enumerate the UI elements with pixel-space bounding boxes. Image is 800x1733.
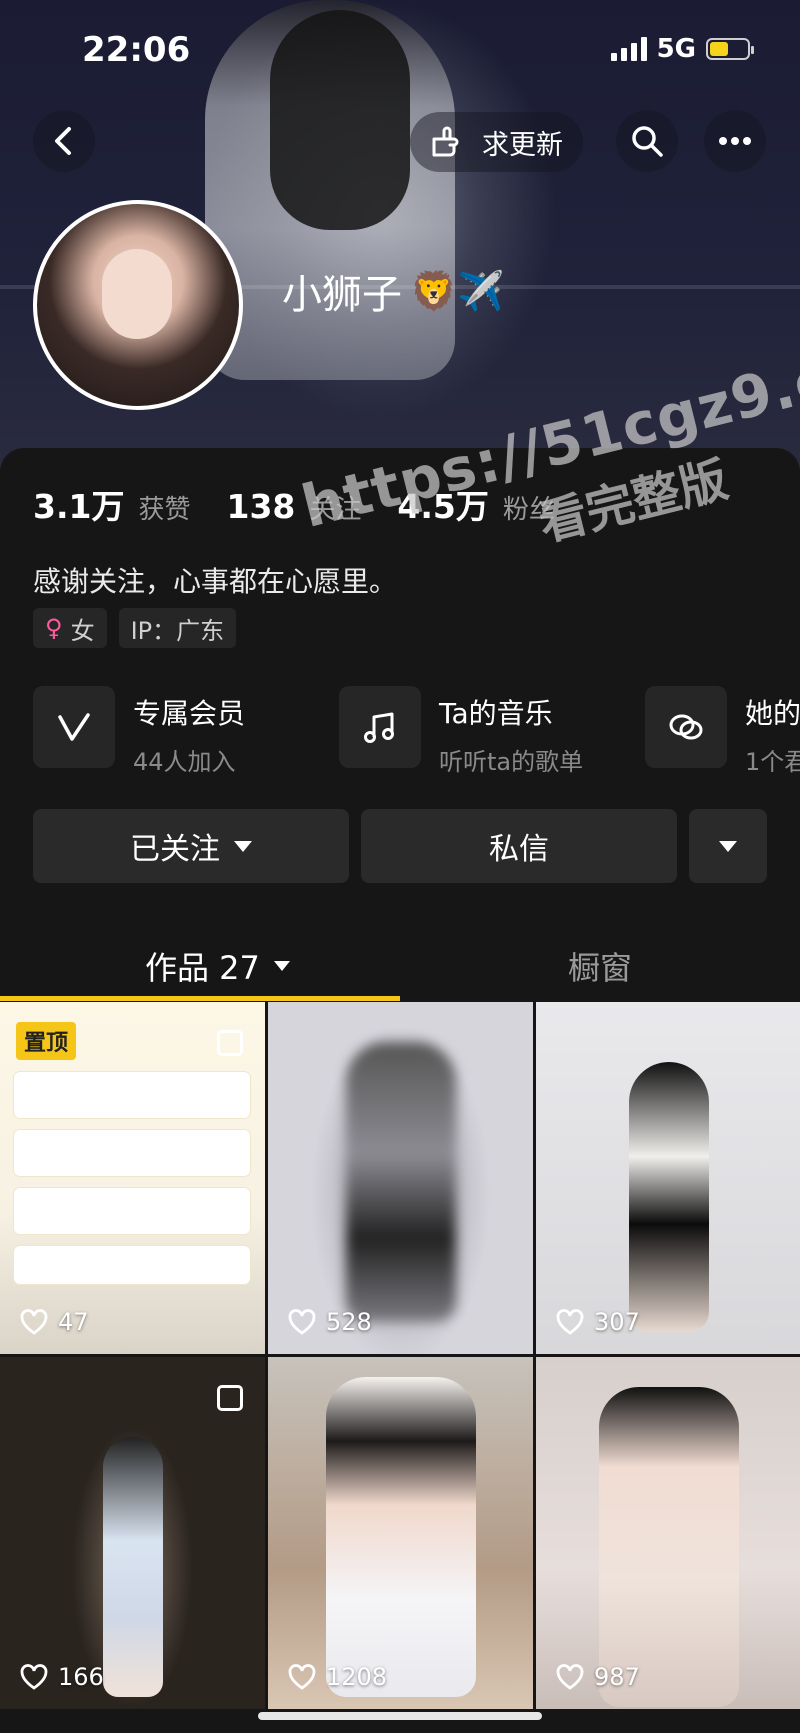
followed-label: 已关注: [130, 832, 220, 867]
likes-count: 3.1万: [33, 487, 125, 526]
likes-label: 获赞: [138, 495, 191, 525]
tile-likes: 47: [20, 1308, 89, 1336]
request-update-button[interactable]: 求更新: [410, 112, 583, 172]
female-icon: ♀: [45, 614, 63, 642]
cover-hair: [270, 10, 410, 230]
gender-tag: ♀ 女: [33, 608, 107, 648]
feature-music-title: Ta的音乐: [439, 697, 553, 730]
group-chat-icon: [645, 686, 727, 768]
status-time: 22:06: [82, 30, 191, 70]
work-tile[interactable]: 1208: [268, 1357, 533, 1709]
heart-icon: [288, 1309, 316, 1335]
likes-count: 987: [594, 1663, 640, 1691]
search-button[interactable]: [616, 110, 678, 172]
heart-icon: [288, 1664, 316, 1690]
gender-label: 女: [70, 616, 95, 645]
search-icon: [632, 126, 663, 157]
music-icon: [339, 686, 421, 768]
tab-window-label: 橱窗: [568, 949, 633, 987]
tile-likes: 987: [556, 1663, 640, 1691]
tile-preview: [14, 1072, 250, 1296]
heart-icon: [556, 1664, 584, 1690]
content-tabs: 作品 27 橱窗: [0, 930, 800, 1002]
caret-down-icon: [273, 961, 290, 971]
work-tile[interactable]: 528: [268, 1002, 533, 1354]
likes-count: 1208: [326, 1663, 388, 1691]
signal-icon: [610, 37, 647, 61]
message-button[interactable]: 私信: [361, 809, 677, 883]
work-tile[interactable]: 166: [0, 1357, 265, 1709]
work-tile[interactable]: 置顶 47: [0, 1002, 265, 1354]
pinned-badge: 置顶: [16, 1022, 77, 1060]
more-dots-icon: [719, 137, 751, 145]
followed-button[interactable]: 已关注: [33, 809, 349, 883]
ip-label: IP：广东: [130, 616, 225, 645]
profile-tags: ♀ 女 IP：广东: [33, 608, 237, 648]
likes-count: 166: [58, 1663, 104, 1691]
hand-point-icon: [432, 126, 459, 157]
following-count[interactable]: 138: [226, 487, 295, 526]
more-actions-button[interactable]: [689, 809, 767, 883]
home-indicator[interactable]: [258, 1712, 542, 1720]
message-label: 私信: [489, 832, 549, 867]
multi-image-icon: [217, 1385, 243, 1411]
feature-group-title: 她的: [745, 697, 800, 730]
feature-music[interactable]: Ta的音乐 听听ta的歌单: [339, 686, 609, 777]
username: 小狮子 🦁✈️: [282, 262, 505, 320]
avatar[interactable]: [33, 200, 243, 410]
tile-likes: 166: [20, 1663, 104, 1691]
tile-figure: [629, 1062, 709, 1332]
tile-figure: [345, 1042, 456, 1322]
likes-count: 307: [594, 1308, 640, 1336]
feature-group-subtitle: 1个君: [745, 748, 800, 776]
avatar-face: [102, 249, 172, 339]
tile-figure: [325, 1377, 476, 1697]
works-grid: 置顶 47 528 307 166 1208 987: [0, 1002, 800, 1709]
request-update-label: 求更新: [482, 129, 563, 161]
tile-likes: 1208: [288, 1663, 387, 1691]
more-button[interactable]: [704, 110, 766, 172]
feature-membership[interactable]: 专属会员 44人加入: [33, 686, 303, 777]
feature-membership-subtitle: 44人加入: [133, 748, 236, 776]
caret-down-icon: [719, 840, 737, 852]
work-tile[interactable]: 307: [536, 1002, 800, 1354]
chevron-left-icon: [55, 127, 71, 155]
caret-down-icon: [234, 840, 252, 852]
work-tile[interactable]: 987: [536, 1357, 800, 1709]
tile-likes: 528: [288, 1308, 372, 1336]
tab-works[interactable]: 作品 27: [145, 930, 290, 1002]
action-row: 已关注 私信: [33, 809, 767, 883]
tab-works-label: 作品 27: [145, 949, 260, 987]
feature-group[interactable]: 她的 1个君: [645, 686, 800, 777]
battery-icon: [706, 38, 754, 60]
likes-count: 528: [326, 1308, 372, 1336]
tab-window[interactable]: 橱窗: [568, 930, 632, 1002]
likes-count: 47: [58, 1308, 89, 1336]
feature-music-subtitle: 听听ta的歌单: [439, 748, 584, 776]
multi-image-icon: [217, 1030, 243, 1056]
tile-likes: 307: [556, 1308, 640, 1336]
heart-icon: [20, 1664, 48, 1690]
tile-figure: [102, 1437, 163, 1697]
v-member-icon: [33, 686, 115, 768]
status-indicators: 5G: [610, 34, 754, 64]
feature-row: 专属会员 44人加入 Ta的音乐 听听ta的歌单 她的 1个君: [33, 686, 800, 777]
back-button[interactable]: [33, 110, 95, 172]
username-text: 小狮子: [282, 272, 402, 318]
network-type: 5G: [656, 34, 696, 64]
heart-icon: [20, 1309, 48, 1335]
ip-tag: IP：广东: [118, 608, 237, 648]
heart-icon: [556, 1309, 584, 1335]
active-tab-indicator: [0, 996, 400, 1001]
feature-membership-title: 专属会员: [133, 697, 246, 730]
lion-airplane-emoji: 🦁✈️: [410, 268, 505, 313]
tile-figure: [599, 1387, 739, 1707]
